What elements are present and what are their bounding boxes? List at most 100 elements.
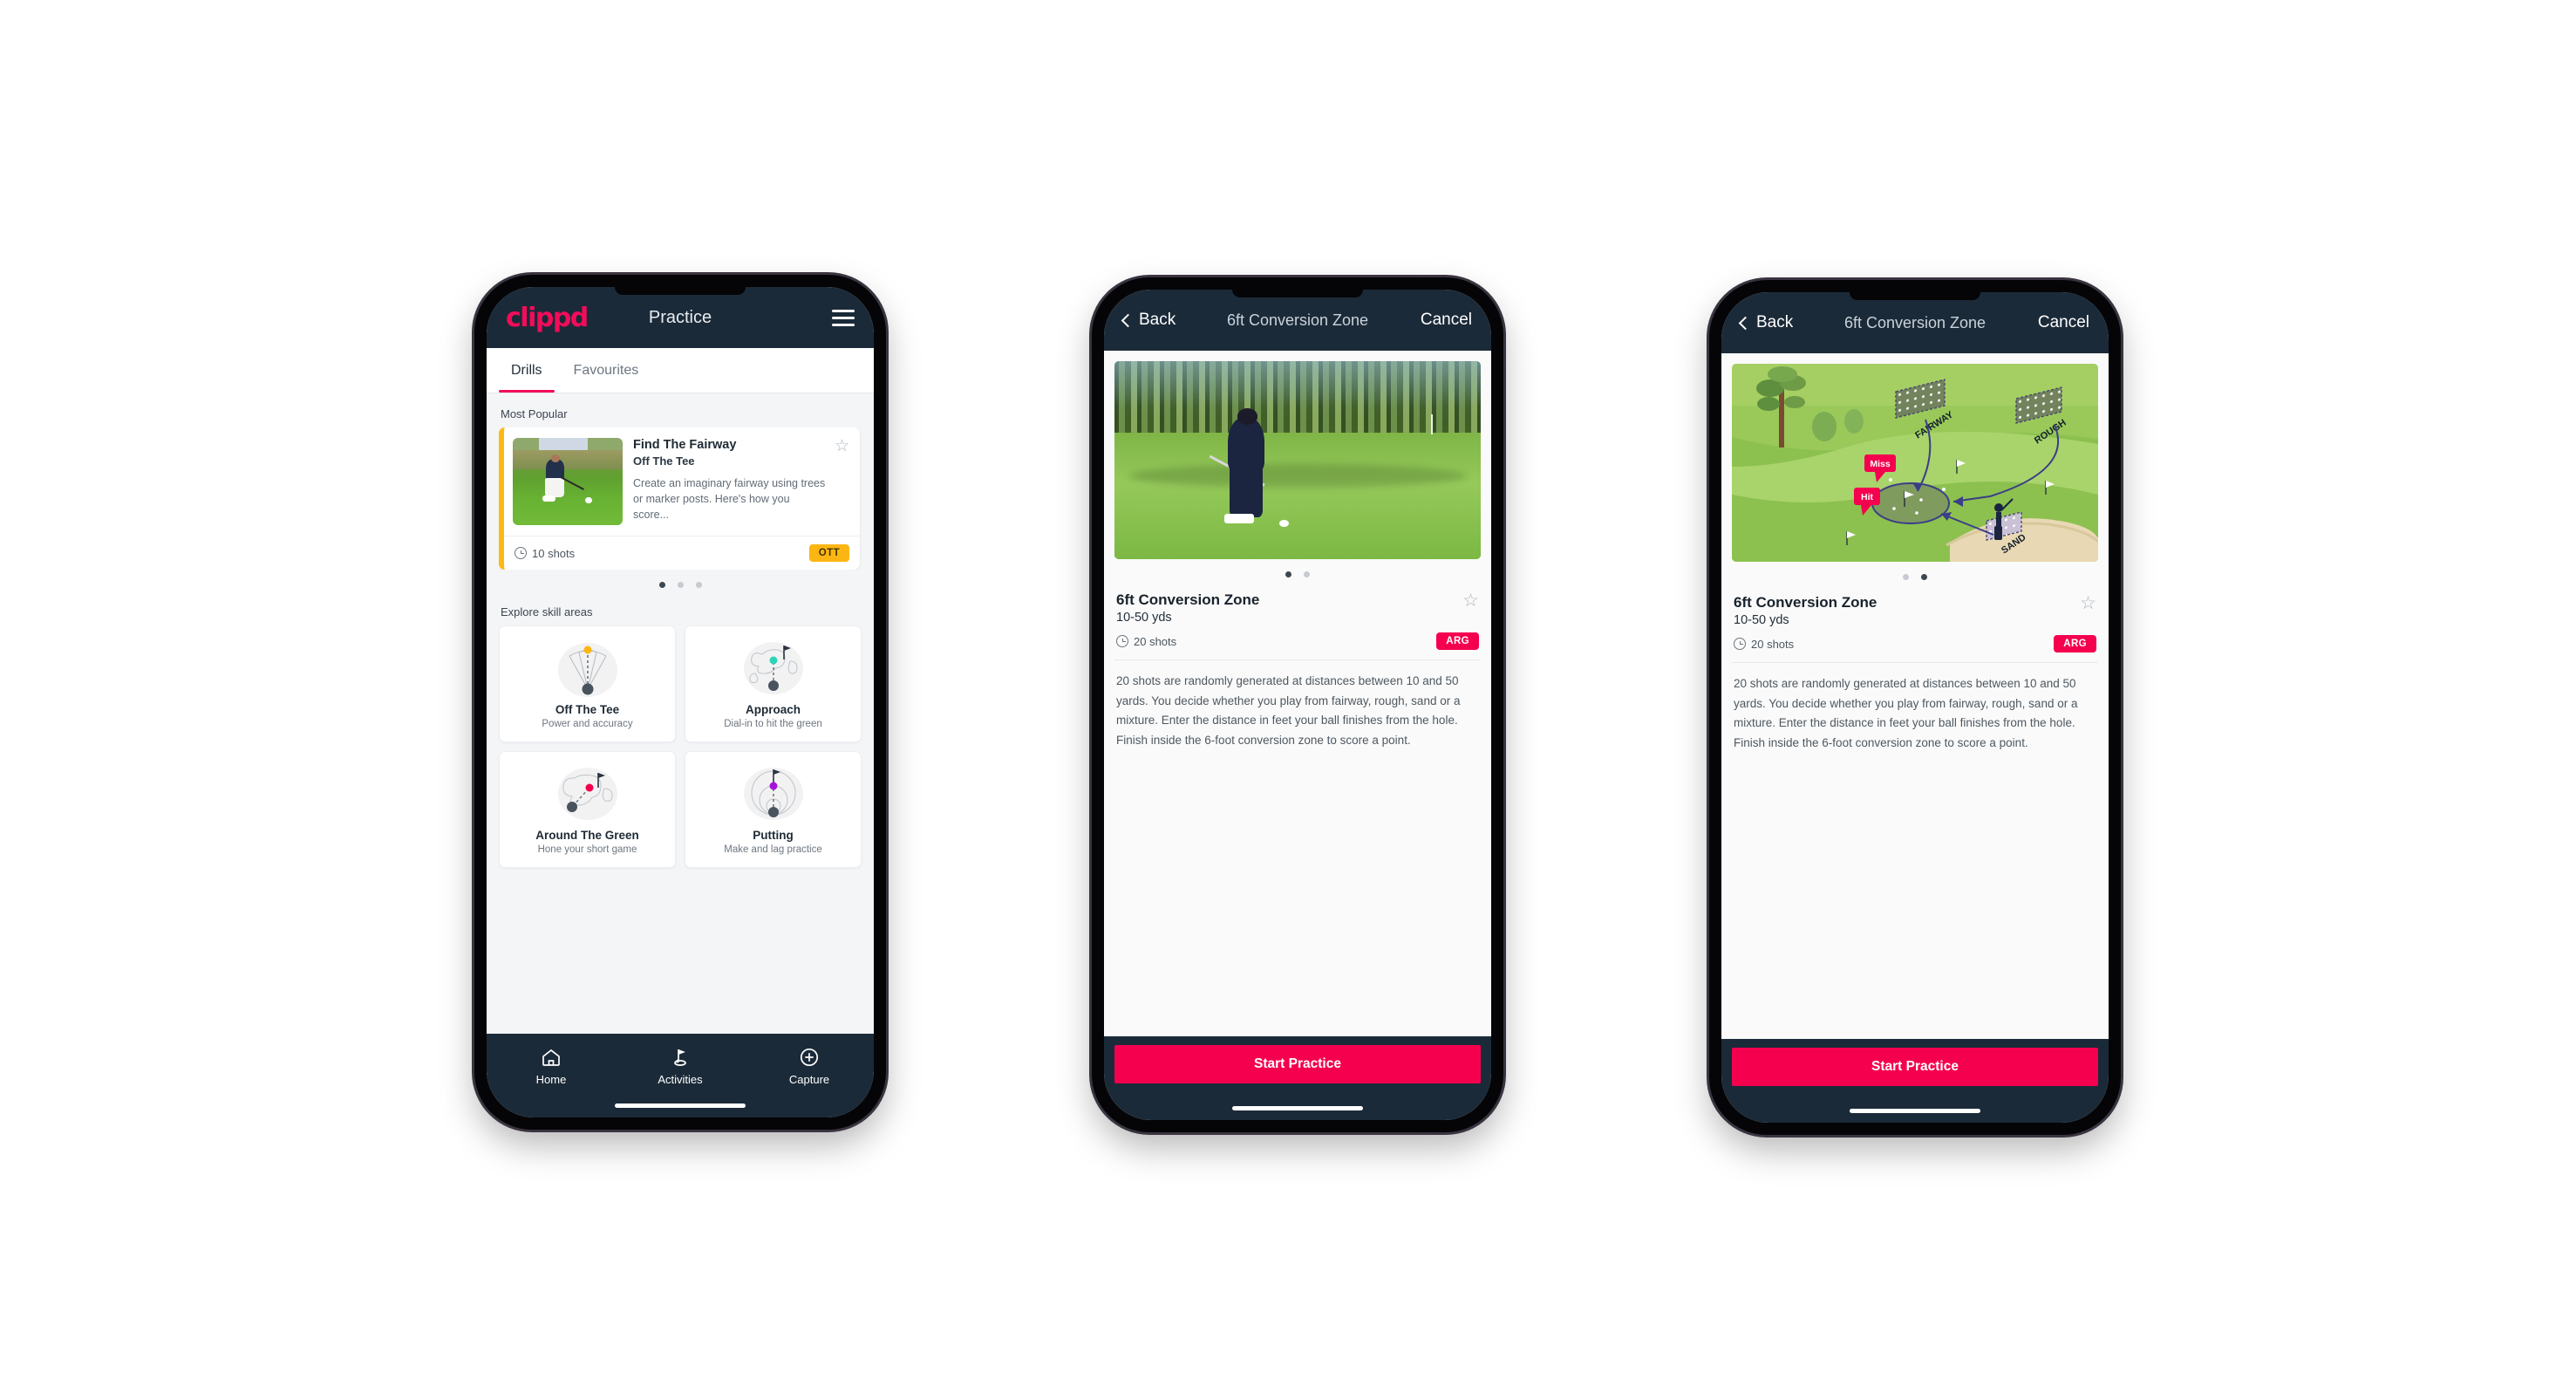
- phone1-screen: clippd Practice Drills Favourites Most P…: [487, 287, 874, 1117]
- home-indicator: [615, 1103, 746, 1108]
- drill-distance: 10-50 yds: [1734, 613, 1789, 627]
- tab-drills[interactable]: Drills: [495, 348, 558, 393]
- star-outline-icon[interactable]: ☆: [2080, 594, 2096, 612]
- drill-shots-label: 20 shots: [1134, 634, 1177, 648]
- drill-card[interactable]: Find The Fairway Off The Tee Create an i…: [499, 427, 860, 570]
- phone-notch: [615, 287, 746, 295]
- nav-item-activities-label: Activities: [658, 1073, 703, 1086]
- golf-flag-icon: [616, 1046, 745, 1069]
- clock-icon: [1734, 638, 1746, 650]
- phone2-screen: Back 6ft Conversion Zone Cancel 6ft Conv…: [1104, 290, 1491, 1120]
- detail-heading-row: 6ft Conversion Zone 10-50 yds ☆: [1114, 591, 1481, 625]
- tab-favourites[interactable]: Favourites: [558, 348, 655, 393]
- skill-card-putting[interactable]: Putting Make and lag practice: [685, 751, 862, 868]
- carousel-dot-3[interactable]: [695, 582, 702, 588]
- back-button[interactable]: Back: [1121, 311, 1176, 330]
- drill-subtitle: Off The Tee: [633, 454, 695, 468]
- skill-card-approach[interactable]: Approach Dial-in to hit the green: [685, 625, 862, 742]
- drill-shots-label: 20 shots: [1751, 637, 1795, 651]
- back-button[interactable]: Back: [1738, 313, 1794, 332]
- drill-shots: 20 shots: [1734, 638, 1794, 651]
- media-dot-2[interactable]: [1921, 574, 1927, 580]
- skill-card-around-the-green[interactable]: Around The Green Hone your short game: [499, 751, 676, 868]
- drill-description: 20 shots are randomly generated at dista…: [1116, 674, 1461, 748]
- drill-info: Find The Fairway Off The Tee Create an i…: [633, 438, 849, 525]
- skill-card-off-the-tee[interactable]: Off The Tee Power and accuracy: [499, 625, 676, 742]
- media-pagination: [1732, 562, 2098, 594]
- home-indicator: [1850, 1109, 1980, 1113]
- cta-container: Start Practice: [1104, 1036, 1491, 1120]
- carousel-dot-1[interactable]: [658, 582, 665, 588]
- chevron-left-icon: [1738, 316, 1753, 330]
- start-practice-button[interactable]: Start Practice: [1732, 1048, 2098, 1086]
- bottom-navigation: Home Activities Capture: [487, 1034, 874, 1117]
- cancel-button[interactable]: Cancel: [1421, 311, 1472, 330]
- drill-carousel[interactable]: Find The Fairway Off The Tee Create an i…: [499, 427, 862, 570]
- detail-nav-bar: Back 6ft Conversion Zone Cancel: [1721, 292, 2109, 353]
- nav-item-capture[interactable]: Capture: [745, 1046, 874, 1086]
- phone3-screen: Back 6ft Conversion Zone Cancel FAIRWAY …: [1721, 292, 2109, 1123]
- detail-meta-row: 20 shots ARG: [1732, 627, 2098, 663]
- media-dot-1[interactable]: [1903, 574, 1909, 580]
- clock-icon: [1116, 635, 1128, 647]
- drill-shots: 10 shots: [515, 547, 575, 560]
- hamburger-menu-icon[interactable]: [832, 305, 855, 331]
- home-icon: [487, 1046, 616, 1069]
- skill-name: Approach: [745, 703, 801, 716]
- skill-desc: Dial-in to hit the green: [724, 719, 822, 729]
- skill-areas-grid: Off The Tee Power and accuracy Approach …: [499, 625, 862, 868]
- green-approach-icon: [691, 637, 855, 701]
- phone-mockup-drill-detail-video: Back 6ft Conversion Zone Cancel 6ft Conv…: [1092, 277, 1503, 1132]
- drill-description: Create an imaginary fairway using trees …: [633, 477, 826, 522]
- star-outline-icon[interactable]: ☆: [1462, 591, 1479, 610]
- cancel-button[interactable]: Cancel: [2038, 313, 2089, 332]
- clippd-logo: clippd: [506, 302, 589, 333]
- drill-hero-media[interactable]: FAIRWAY ROUGH SAND Miss Hit: [1732, 364, 2098, 562]
- around-green-icon: [505, 762, 670, 827]
- media-dot-2[interactable]: [1304, 571, 1310, 577]
- drill-shots: 20 shots: [1116, 635, 1176, 648]
- detail-body: FAIRWAY ROUGH SAND Miss Hit 6ft Conversi…: [1721, 353, 2109, 1039]
- phone-mockup-drill-detail-illustration: Back 6ft Conversion Zone Cancel FAIRWAY …: [1709, 280, 2121, 1135]
- drill-shots-label: 10 shots: [532, 546, 576, 560]
- phone-notch: [1232, 290, 1363, 297]
- skill-badge: ARG: [2054, 635, 2096, 653]
- drill-card-footer: 10 shots OTT: [504, 536, 860, 570]
- skill-desc: Hone your short game: [537, 844, 637, 855]
- nav-item-home[interactable]: Home: [487, 1046, 616, 1086]
- skill-name: Around The Green: [535, 829, 639, 842]
- back-button-label: Back: [1756, 313, 1794, 331]
- putting-rings-icon: [691, 762, 855, 827]
- clock-icon: [515, 547, 527, 559]
- chevron-left-icon: [1121, 313, 1135, 327]
- drill-thumbnail: [513, 438, 623, 525]
- media-pagination: [1114, 559, 1481, 591]
- app-header: clippd Practice: [487, 287, 874, 348]
- tab-bar: Drills Favourites: [487, 348, 874, 393]
- home-indicator: [1232, 1106, 1363, 1110]
- phone-notch: [1850, 292, 1980, 300]
- drill-detail-title: 6ft Conversion Zone: [1734, 594, 1877, 611]
- svg-text:Miss: Miss: [1870, 459, 1891, 469]
- practice-body: Most Popular Find The Fairway Off The Te…: [487, 393, 874, 1034]
- drill-hero-media[interactable]: [1114, 361, 1481, 559]
- skill-desc: Make and lag practice: [724, 844, 822, 855]
- drill-title: Find The Fairway: [633, 438, 737, 452]
- course-illustration: FAIRWAY ROUGH SAND Miss Hit: [1732, 364, 2098, 562]
- carousel-dot-2[interactable]: [677, 582, 684, 588]
- cta-container: Start Practice: [1721, 1039, 2109, 1123]
- back-button-label: Back: [1139, 311, 1176, 329]
- start-practice-button[interactable]: Start Practice: [1114, 1045, 1481, 1083]
- skill-name: Putting: [753, 829, 794, 842]
- carousel-pagination: [499, 570, 862, 602]
- drill-card-top: Find The Fairway Off The Tee Create an i…: [504, 427, 860, 536]
- drill-description: 20 shots are randomly generated at dista…: [1734, 677, 2078, 750]
- drill-detail-title: 6ft Conversion Zone: [1116, 591, 1260, 608]
- nav-item-activities[interactable]: Activities: [616, 1046, 745, 1086]
- media-dot-1[interactable]: [1285, 571, 1291, 577]
- skill-badge: ARG: [1436, 632, 1479, 650]
- svg-text:Hit: Hit: [1861, 492, 1874, 502]
- drill-distance: 10-50 yds: [1116, 611, 1172, 625]
- tab-drills-label: Drills: [511, 362, 542, 378]
- star-outline-icon[interactable]: ☆: [835, 438, 849, 454]
